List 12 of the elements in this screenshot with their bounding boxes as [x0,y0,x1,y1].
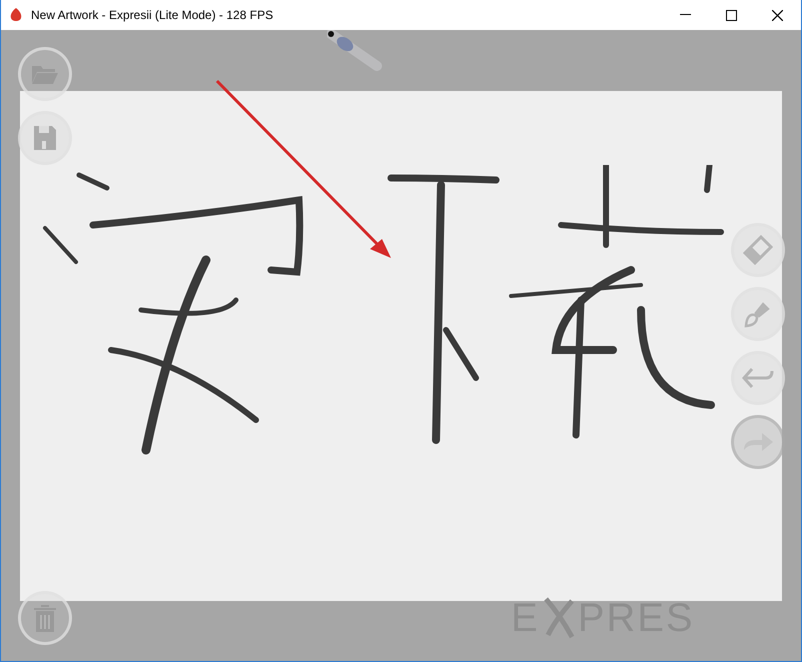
minimize-icon[interactable] [680,14,691,16]
close-icon[interactable] [772,10,783,20]
app-logo-icon [9,7,23,23]
brush-x-icon [542,595,576,641]
undo-arrow-icon [742,366,774,390]
maximize-icon[interactable] [726,10,737,20]
window-title: New Artwork - Expresii (Lite Mode) - 128 FPS [31,8,274,22]
paper-canvas[interactable] [20,91,782,601]
brush-cursor-icon [327,30,383,72]
trash-icon [32,603,58,633]
open-folder-button[interactable] [18,47,72,101]
eraser-icon [743,235,773,265]
